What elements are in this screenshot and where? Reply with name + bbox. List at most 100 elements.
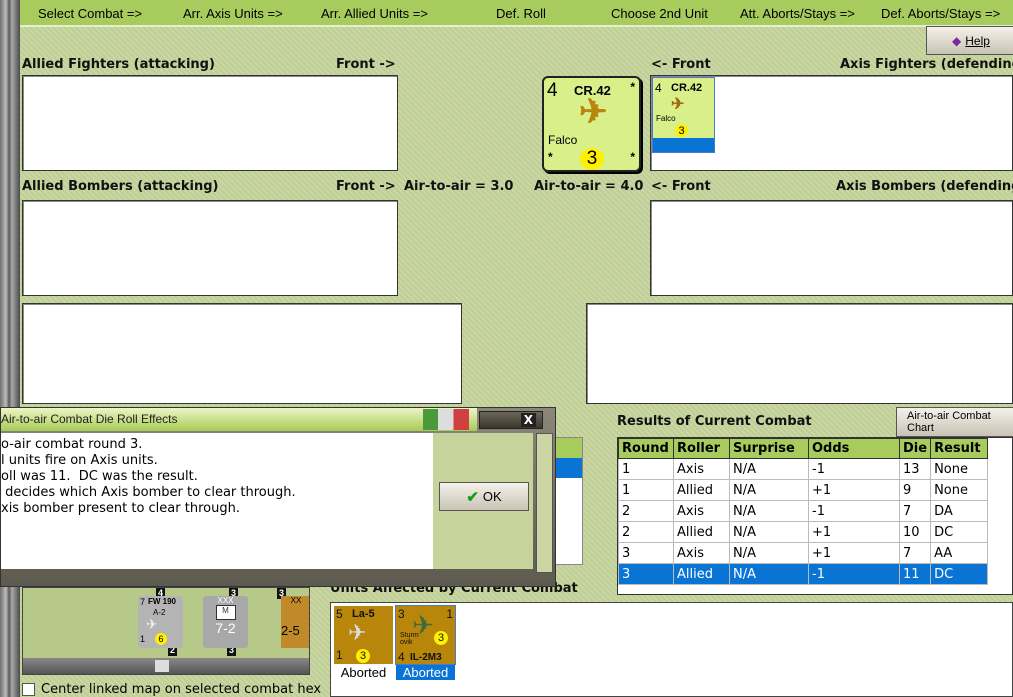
phase-arr-axis: Arr. Axis Units => [183,6,283,21]
table-cell: 9 [898,479,932,501]
phase-att-aborts: Att. Aborts/Stays => [740,6,855,21]
allied-bombers-box[interactable] [22,200,398,296]
table-row[interactable]: 1 Allied N/A +1 9 None [618,479,989,501]
column-header[interactable]: Surprise [729,438,809,459]
phase-bar: Select Combat => Arr. Axis Units => Arr.… [20,0,1013,27]
table-cell: +1 [808,542,900,564]
center-map-checkbox[interactable] [22,683,35,696]
allied-fighters-label: Allied Fighters (attacking) [22,57,215,72]
unit-counter-la5[interactable]: 5 La-5 ✈ 1 3 [334,606,393,664]
scroll-thumb[interactable] [155,660,169,672]
help-book-icon: ◆ [952,33,962,48]
axis-fighter-counter[interactable]: 4 CR.42 ✈ Falco 3 [652,77,715,153]
table-cell: N/A [729,542,809,564]
flag-icon [423,409,469,430]
die-roll-effects-dialog: Air-to-air Combat Die Roll Effects X o-a… [0,407,556,587]
column-header[interactable]: Die [898,438,932,459]
table-cell: +1 [808,479,900,501]
front-right-label: Front -> [336,57,396,72]
table-row[interactable]: 3 Allied N/A -1 11 DC [618,563,989,585]
unit-status-selected: Aborted [396,665,455,680]
dialog-titlebar-right: X [479,411,543,429]
table-cell: DA [930,500,989,522]
axis-air-to-air: Air-to-air = 4.0 [534,179,644,194]
air-combat-chart-button[interactable]: Air-to-air Combat Chart [896,407,1013,437]
axis-other-box[interactable] [586,303,1013,404]
table-cell: 13 [898,458,932,480]
results-table: Round Roller Surprise Odds Die Result 1 Axis N/… [618,438,989,585]
center-map-option[interactable]: Center linked map on selected combat hex [22,682,321,697]
results-title: Results of Current Combat [617,414,812,429]
table-cell: N/A [729,479,809,501]
table-cell: 3 [618,563,674,585]
table-cell: DC [930,521,989,543]
selection-bar [653,138,714,152]
table-cell: Axis [673,500,730,522]
table-cell: 2 [618,521,674,543]
table-cell: Allied [673,563,730,585]
front-right-label-2: Front -> [336,179,396,194]
table-cell: N/A [729,521,809,543]
front-left-label-2: <- Front [651,179,711,194]
table-cell: 2 [618,500,674,522]
axis-bombers-label: Axis Bombers (defending [836,179,1013,194]
allied-bombers-label: Allied Bombers (attacking) [22,179,219,194]
table-row[interactable]: 2 Axis N/A -1 7 DA [618,500,989,522]
selected-air-counter[interactable]: 4 CR.42 * ✈ Falco * * 3 [542,76,641,172]
map-hscroll[interactable] [23,658,309,674]
map-counter-division[interactable]: XX 2-5 [281,596,309,648]
table-cell: None [930,479,989,501]
ok-button[interactable]: ✔ OK [439,482,529,511]
allied-air-to-air: Air-to-air = 3.0 [404,179,514,194]
column-header[interactable]: Odds [808,438,900,459]
help-button[interactable]: ◆ Help [926,26,1013,55]
unit-status: Aborted [340,665,387,680]
close-button[interactable]: X [520,413,536,427]
units-affected-box: 5 La-5 ✈ 1 3 Aborted 3 1 ✈ Sturm ovik 3 … [330,602,1013,697]
table-cell: Axis [673,542,730,564]
hidden-list [555,437,583,565]
table-row[interactable]: 3 Axis N/A +1 7 AA [618,542,989,564]
column-header[interactable]: Roller [673,438,730,459]
table-cell: -1 [808,500,900,522]
unit-counter-il2m3[interactable]: 3 1 ✈ Sturm ovik 3 4 IL-2M3 [395,605,456,665]
linked-map[interactable]: 4 3 3 2 3 7 FW 190 A-2 ✈ 1 6 XXX M 7-2 X… [22,587,310,675]
checkmark-icon: ✔ [466,488,479,506]
front-left-label: <- Front [651,57,711,72]
phase-select-combat: Select Combat => [38,6,143,21]
phase-choose-2nd: Choose 2nd Unit [611,6,708,21]
table-cell: +1 [808,521,900,543]
dialog-message: o-air combat round 3. l units fire on Axi… [1,433,433,569]
table-cell: Allied [673,521,730,543]
table-cell: Axis [673,458,730,480]
table-cell: 1 [618,479,674,501]
table-cell: -1 [808,458,900,480]
table-cell: 7 [898,500,932,522]
axis-fighters-box[interactable]: 4 CR.42 ✈ Falco 3 [650,75,1013,171]
table-cell: Allied [673,479,730,501]
table-cell: -1 [808,563,900,585]
table-cell: DC [930,563,989,585]
table-cell: N/A [729,563,809,585]
table-cell: 11 [898,563,932,585]
dialog-title: Air-to-air Combat Die Roll Effects [1,408,477,431]
map-counter-corps[interactable]: XXX M 7-2 [203,596,248,648]
airplane-icon: ✈ [671,96,685,113]
table-cell: 10 [898,521,932,543]
biplane-icon: ✈ [579,93,608,131]
axis-bombers-box[interactable] [650,200,1013,296]
table-row[interactable]: 1 Axis N/A -1 13 None [618,458,989,480]
airplane-icon: ✈ [146,616,158,632]
allied-other-box[interactable] [22,303,462,404]
table-cell: 3 [618,542,674,564]
phase-def-roll: Def. Roll [496,6,546,21]
allied-fighters-box[interactable] [22,75,398,171]
map-counter-fw190[interactable]: 7 FW 190 A-2 ✈ 1 6 [138,596,183,648]
axis-fighters-label: Axis Fighters (defending [840,57,1013,72]
column-header[interactable]: Result [930,438,989,459]
column-header[interactable]: Round [618,438,674,459]
window-frame [0,0,20,697]
table-cell: 7 [898,542,932,564]
table-row[interactable]: 2 Allied N/A +1 10 DC [618,521,989,543]
dialog-vscroll[interactable] [536,433,553,573]
